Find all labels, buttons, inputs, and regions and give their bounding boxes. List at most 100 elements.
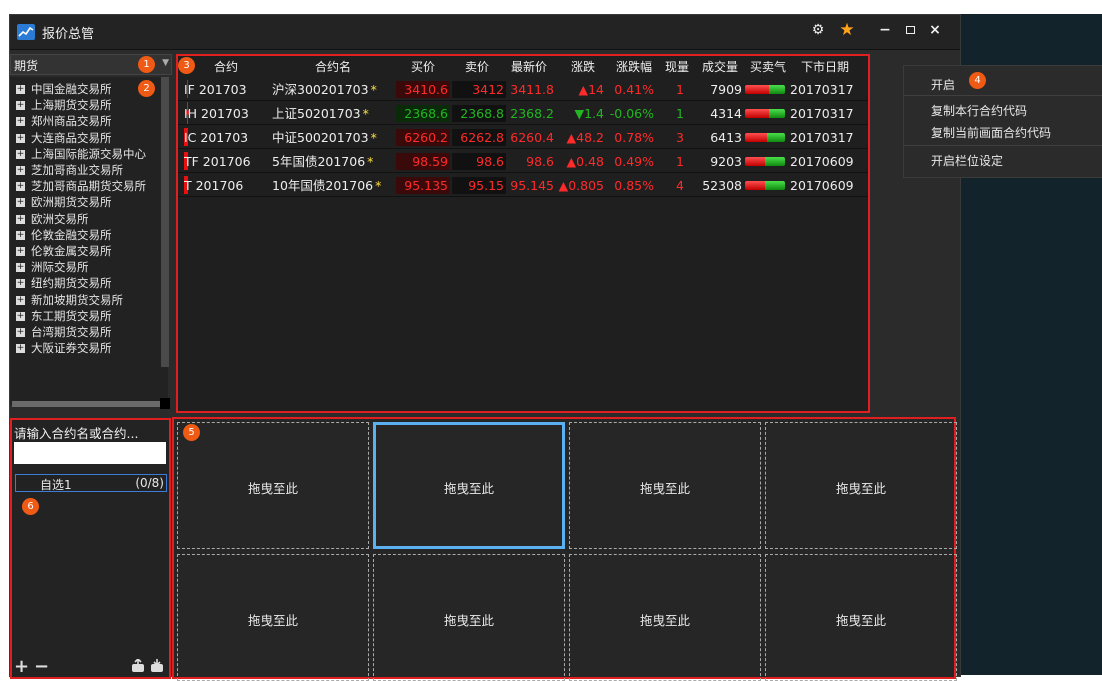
tree-hscrollbar[interactable]: [12, 401, 162, 407]
exchange-label: 欧洲期货交易所: [31, 195, 112, 210]
cell-last: 95.145: [510, 178, 554, 193]
drop-slot[interactable]: 拖曳至此: [765, 422, 957, 549]
expand-icon[interactable]: +: [16, 198, 25, 208]
category-value: 期货: [14, 59, 39, 73]
menu-item-column-settings[interactable]: 开启栏位设定: [931, 152, 1003, 169]
column-header[interactable]: 买价: [400, 58, 446, 76]
table-header: 合约 合约名 买价 卖价 最新价 涨跌 涨跌幅 现量 成交量 买卖气 下市日期: [178, 58, 868, 76]
exchange-item[interactable]: + 芝加哥商业交易所: [12, 162, 162, 178]
expand-icon[interactable]: +: [16, 133, 25, 143]
cell-code: T 201706: [184, 178, 244, 193]
drop-slot[interactable]: 拖曳至此: [373, 422, 565, 549]
buy-sell-bar: [745, 181, 785, 190]
minimize-icon[interactable]: −: [874, 19, 896, 41]
drop-slot[interactable]: 拖曳至此: [373, 554, 565, 681]
drop-slot[interactable]: 拖曳至此: [569, 554, 761, 681]
column-header[interactable]: 下市日期: [794, 58, 856, 76]
cell-pct: -0.06%: [609, 106, 654, 121]
exchange-item[interactable]: + 大连商品交易所: [12, 130, 162, 146]
contract-name: 5年国债201706: [272, 154, 366, 169]
expand-icon[interactable]: +: [16, 279, 25, 289]
menu-item-open[interactable]: 开启: [931, 76, 955, 93]
column-header[interactable]: 现量: [662, 58, 692, 76]
drop-slot-label: 拖曳至此: [443, 612, 494, 628]
exchange-label: 东工期货交易所: [31, 308, 112, 323]
column-header[interactable]: 卖价: [454, 58, 500, 76]
table-row[interactable]: IC 201703 中证500201703 * 6260.2 6262.8 6260.4 ▲…: [178, 126, 868, 149]
cell-expiry: 20170609: [790, 154, 854, 169]
exchange-item[interactable]: + 台湾期货交易所: [12, 324, 162, 340]
cell-bid: 95.135: [396, 177, 450, 194]
remove-list-button[interactable]: −: [34, 656, 49, 677]
gear-icon[interactable]: ⚙: [807, 19, 829, 41]
expand-icon[interactable]: +: [16, 149, 25, 159]
table-row[interactable]: TF 201706 5年国债201706 * 98.59 98.6 98.6 ▲0.48 0.…: [178, 150, 868, 173]
buy-sell-bar: [745, 109, 785, 118]
drop-slot[interactable]: 拖曳至此: [177, 422, 369, 549]
watchlist-tab[interactable]: 自选1 (0/8): [15, 474, 167, 492]
column-header[interactable]: 买卖气: [744, 58, 792, 76]
expand-icon[interactable]: +: [16, 166, 25, 175]
exchange-item[interactable]: + 伦敦金属交易所: [12, 243, 162, 259]
buy-sell-bar: [745, 133, 785, 142]
column-header[interactable]: 涨跌幅: [612, 58, 656, 76]
cell-bid: 2368.6: [396, 105, 450, 122]
drop-slot[interactable]: 拖曳至此: [177, 554, 369, 681]
column-header[interactable]: 成交量: [696, 58, 744, 76]
star-marker: *: [370, 130, 377, 145]
column-header[interactable]: 涨跌: [562, 58, 604, 76]
exchange-item[interactable]: + 纽约期货交易所: [12, 275, 162, 291]
expand-icon[interactable]: +: [16, 101, 25, 111]
drop-slot[interactable]: 拖曳至此: [765, 554, 957, 681]
drop-slot[interactable]: 拖曳至此: [569, 422, 761, 549]
exchange-item[interactable]: + 大阪证券交易所: [12, 340, 162, 356]
maximize-icon[interactable]: [899, 19, 921, 41]
exchange-item[interactable]: + 上海期货交易所: [12, 97, 162, 113]
column-header[interactable]: 最新价: [506, 58, 552, 76]
cell-volume: 9203: [710, 154, 742, 169]
add-list-button[interactable]: +: [14, 656, 29, 677]
column-header[interactable]: 合约: [186, 58, 266, 76]
cell-volume: 7909: [710, 82, 742, 97]
exchange-item[interactable]: + 郑州商品交易所: [12, 113, 162, 129]
expand-icon[interactable]: +: [16, 311, 25, 321]
expand-icon[interactable]: +: [16, 85, 25, 94]
exchange-item[interactable]: + 东工期货交易所: [12, 308, 162, 324]
cell-name: 中证500201703 *: [272, 129, 394, 146]
close-icon[interactable]: ×: [924, 19, 946, 41]
exchange-item[interactable]: + 新加坡期货交易所: [12, 292, 162, 308]
menu-item-copy-row-code[interactable]: 复制本行合约代码: [931, 102, 1027, 119]
column-header[interactable]: 合约名: [272, 58, 394, 76]
expand-icon[interactable]: +: [16, 117, 25, 127]
export-icon[interactable]: [150, 659, 164, 673]
table-row[interactable]: IF 201703 沪深300201703 * 3410.6 3412 3411.8 ▲14…: [178, 78, 868, 101]
exchange-item[interactable]: + 欧洲交易所: [12, 211, 162, 227]
expand-icon[interactable]: +: [16, 247, 25, 256]
exchange-item[interactable]: + 洲际交易所: [12, 259, 162, 275]
expand-icon[interactable]: +: [16, 182, 25, 192]
exchange-item[interactable]: + 上海国际能源交易中心: [12, 146, 162, 162]
title-bar[interactable]: 报价总管 ⚙ ★ − ×: [10, 15, 960, 49]
table-row[interactable]: T 201706 10年国债201706 * 95.135 95.15 95.145 ▲0.…: [178, 174, 868, 197]
import-icon[interactable]: [131, 657, 145, 673]
expand-icon[interactable]: +: [16, 328, 25, 337]
quote-table: 合约 合约名 买价 卖价 最新价 涨跌 涨跌幅 现量 成交量 买卖气 下市日期 IF 201703 沪…: [176, 54, 870, 413]
exchange-item[interactable]: + 欧洲期货交易所: [12, 194, 162, 210]
expand-icon[interactable]: +: [16, 344, 25, 354]
menu-item-copy-screen-codes[interactable]: 复制当前画面合约代码: [931, 124, 1051, 141]
table-row[interactable]: IH 201703 上证50201703 * 2368.6 2368.8 2368.2 ▼1…: [178, 102, 868, 125]
expand-icon[interactable]: +: [16, 230, 25, 240]
tree-vscrollbar[interactable]: [161, 77, 169, 367]
exchange-item[interactable]: + 芝加哥商品期货交易所: [12, 178, 162, 194]
star-icon[interactable]: ★: [836, 19, 858, 41]
cell-vol_now: 4: [676, 178, 684, 193]
exchange-item[interactable]: + 伦敦金融交易所: [12, 227, 162, 243]
badge-4: 4: [969, 72, 986, 89]
expand-icon[interactable]: +: [16, 214, 25, 224]
star-marker: *: [362, 106, 369, 121]
cell-code: TF 201706: [184, 154, 251, 169]
drop-slot-label: 拖曳至此: [247, 480, 298, 496]
expand-icon[interactable]: +: [16, 295, 25, 305]
search-input[interactable]: [14, 442, 166, 464]
expand-icon[interactable]: +: [16, 263, 25, 273]
